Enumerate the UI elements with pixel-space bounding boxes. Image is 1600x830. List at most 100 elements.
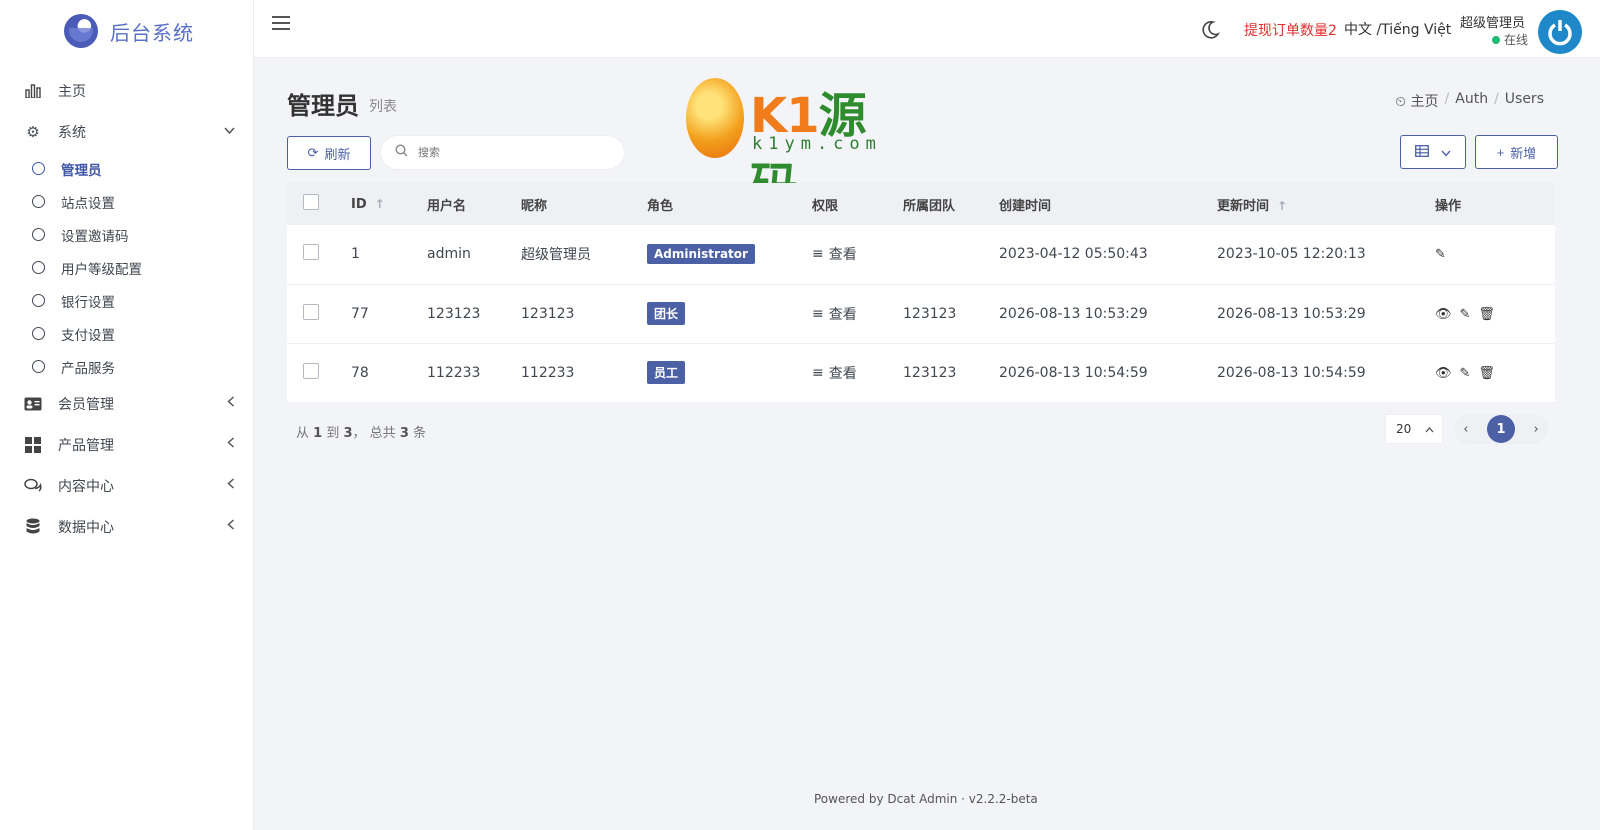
eye-icon[interactable]: 👁 bbox=[1435, 307, 1452, 322]
column-updated[interactable]: 更新时间 ↑ bbox=[1217, 183, 1435, 225]
table-row: 1 admin 超级管理员 Administrator ≡ 查看 2023-04-… bbox=[287, 225, 1555, 284]
sidebar-item-product-services[interactable]: 产品服务 bbox=[0, 350, 253, 383]
sidebar-item-label: 内容中心 bbox=[58, 478, 114, 495]
list-icon: ≡ bbox=[812, 246, 824, 263]
per-page-select[interactable]: 20 bbox=[1385, 414, 1443, 444]
circle-icon bbox=[32, 228, 45, 241]
avatar[interactable] bbox=[1538, 10, 1582, 54]
system-submenu: 管理员 站点设置 设置邀请码 用户等级配置 银行设置 支付设置 产品服务 bbox=[0, 152, 253, 383]
search-input[interactable] bbox=[418, 146, 598, 159]
permission-view-link[interactable]: ≡ 查看 bbox=[812, 244, 857, 264]
circle-icon bbox=[32, 195, 45, 208]
sidebar-item-label: 用户等级配置 bbox=[61, 261, 142, 278]
sidebar-item-system[interactable]: ⚙ 系统 bbox=[0, 111, 253, 152]
column-role: 角色 bbox=[647, 198, 674, 214]
permission-label: 查看 bbox=[828, 247, 857, 264]
sidebar-item-user-levels[interactable]: 用户等级配置 bbox=[0, 251, 253, 284]
chevron-down-icon bbox=[224, 124, 235, 139]
table-icon bbox=[1415, 144, 1429, 160]
cell-updated: 2023-10-05 12:20:13 bbox=[1217, 246, 1366, 263]
column-username: 用户名 bbox=[427, 198, 467, 214]
add-user-button[interactable]: + 新增 bbox=[1475, 135, 1558, 169]
users-table: ID ↑ 用户名 昵称 角色 权限 所属团队 创建时间 更新时间 ↑ 操作 1 ad… bbox=[287, 183, 1555, 403]
column-actions: 操作 bbox=[1435, 198, 1462, 214]
select-all-checkbox[interactable] bbox=[303, 194, 319, 210]
circle-icon bbox=[32, 327, 45, 340]
prev-page-button[interactable]: ‹ bbox=[1463, 422, 1468, 437]
dark-mode-icon[interactable] bbox=[1200, 20, 1220, 45]
refresh-button[interactable]: ⟳ 刷新 bbox=[287, 136, 371, 170]
column-selector-button[interactable] bbox=[1400, 135, 1466, 169]
column-id[interactable]: ID ↑ bbox=[351, 183, 427, 225]
sort-arrow-icon[interactable]: ↑ bbox=[1277, 199, 1287, 213]
next-page-button[interactable]: › bbox=[1534, 422, 1539, 437]
sort-arrow-icon[interactable]: ↑ bbox=[375, 197, 385, 211]
edit-icon[interactable]: ✎ bbox=[1460, 307, 1471, 322]
role-badge: 员工 bbox=[647, 361, 686, 384]
sidebar-menu: 主页 ⚙ 系统 管理员 站点设置 设置邀请码 用户等级配置 银行设置 支付设置 … bbox=[0, 70, 253, 547]
edit-icon[interactable]: ✎ bbox=[1460, 366, 1471, 381]
sidebar-item-label: 支付设置 bbox=[61, 327, 115, 344]
row-checkbox[interactable] bbox=[303, 244, 319, 261]
sidebar-item-invite-codes[interactable]: 设置邀请码 bbox=[0, 218, 253, 251]
watermark-logo: K1源码 k1ym.com bbox=[684, 76, 884, 214]
sidebar-item-admins[interactable]: 管理员 bbox=[0, 152, 253, 185]
column-id-label: ID bbox=[351, 196, 367, 212]
row-checkbox[interactable] bbox=[303, 303, 319, 320]
watermark-ball bbox=[686, 78, 744, 158]
breadcrumb-home[interactable]: ⏲ 主页 bbox=[1395, 91, 1438, 111]
sidebar-item-bank-settings[interactable]: 银行设置 bbox=[0, 284, 253, 317]
summary-from: 1 bbox=[313, 426, 323, 441]
menu-toggle-icon[interactable] bbox=[272, 16, 290, 32]
permission-view-link[interactable]: ≡ 查看 bbox=[812, 363, 857, 383]
search-box[interactable] bbox=[380, 135, 625, 170]
top-navbar: 提现订单数量2 中文 /Tiếng Việt 超级管理员 在线 bbox=[254, 0, 1600, 58]
sidebar-item-label: 会员管理 bbox=[58, 396, 114, 413]
permission-label: 查看 bbox=[828, 306, 857, 323]
column-team: 所属团队 bbox=[903, 198, 956, 214]
sidebar-item-label: 产品管理 bbox=[58, 437, 114, 454]
row-actions: 👁 ✎ 🗑 bbox=[1435, 307, 1495, 322]
role-badge: Administrator bbox=[647, 244, 755, 265]
sidebar-item-site-settings[interactable]: 站点设置 bbox=[0, 185, 253, 218]
search-icon bbox=[395, 144, 408, 161]
trash-icon[interactable]: 🗑 bbox=[1478, 307, 1495, 322]
breadcrumb-auth[interactable]: Auth bbox=[1455, 91, 1488, 111]
column-permission: 权限 bbox=[812, 198, 839, 214]
row-actions: 👁 ✎ 🗑 bbox=[1435, 366, 1495, 381]
brand-logo bbox=[64, 14, 98, 48]
trash-icon[interactable]: 🗑 bbox=[1478, 366, 1495, 381]
refresh-icon: ⟳ bbox=[307, 145, 319, 160]
cell-team: 123123 bbox=[903, 305, 957, 322]
sidebar-item-label: 数据中心 bbox=[58, 519, 114, 536]
plus-icon: + bbox=[1496, 144, 1505, 160]
cell-id: 77 bbox=[351, 305, 369, 322]
column-nickname: 昵称 bbox=[521, 198, 548, 214]
sidebar-item-home[interactable]: 主页 bbox=[0, 70, 253, 111]
sidebar-item-payment-settings[interactable]: 支付设置 bbox=[0, 317, 253, 350]
summary-from-text: 从 bbox=[296, 426, 310, 441]
chevron-left-icon bbox=[227, 396, 235, 411]
sidebar-item-label: 产品服务 bbox=[61, 360, 115, 377]
sidebar-item-data[interactable]: 数据中心 bbox=[0, 506, 253, 547]
withdraw-orders-link[interactable]: 提现订单数量2 bbox=[1244, 20, 1337, 40]
sidebar-item-products[interactable]: 产品管理 bbox=[0, 424, 253, 465]
page-number-current[interactable]: 1 bbox=[1487, 415, 1515, 443]
circle-icon bbox=[32, 261, 45, 274]
sidebar-item-members[interactable]: 会员管理 bbox=[0, 383, 253, 424]
main-content: 管理员 列表 K1源码 k1ym.com ⏲ 主页 / Auth / Users… bbox=[254, 58, 1600, 830]
language-switch[interactable]: 中文 /Tiếng Việt bbox=[1344, 19, 1451, 39]
cell-username: 123123 bbox=[427, 305, 481, 322]
eye-icon[interactable]: 👁 bbox=[1435, 366, 1452, 381]
circle-icon bbox=[32, 162, 45, 175]
edit-icon[interactable]: ✎ bbox=[1435, 247, 1446, 262]
page-title: 管理员 bbox=[287, 92, 359, 120]
sidebar-item-content[interactable]: 内容中心 bbox=[0, 465, 253, 506]
user-name[interactable]: 超级管理员 bbox=[1460, 12, 1525, 31]
permission-view-link[interactable]: ≡ 查看 bbox=[812, 304, 857, 324]
table-row: 78 112233 112233 员工 ≡ 查看 123123 2026-08-1… bbox=[287, 343, 1555, 402]
pagination-summary: 从 1 到 3， 总共 3 条 bbox=[296, 422, 426, 441]
sidebar-item-label: 站点设置 bbox=[61, 195, 115, 212]
row-checkbox[interactable] bbox=[303, 362, 319, 379]
brand[interactable]: 后台系统 bbox=[0, 0, 253, 62]
